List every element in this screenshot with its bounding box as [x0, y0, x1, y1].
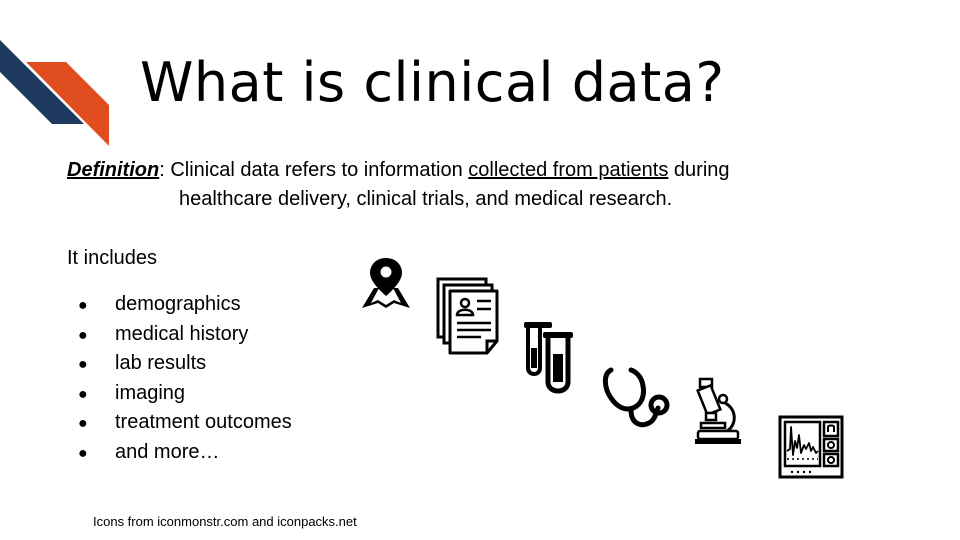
- definition-line-2: healthcare delivery, clinical trials, an…: [179, 188, 673, 210]
- bullet-dot: ●: [78, 356, 88, 374]
- list-item-text: and more…: [115, 440, 220, 463]
- bullet-dot: ●: [78, 297, 88, 314]
- slide: What is clinical data? Definition: Clini…: [0, 0, 960, 540]
- list-item-text: demographics: [115, 293, 241, 315]
- definition-underlined: collected from patients: [468, 159, 669, 181]
- list-item: ● imaging: [78, 379, 292, 409]
- definition-paragraph: Definition: Clinical data refers to info…: [67, 156, 827, 214]
- bullet-dot: ●: [78, 385, 88, 403]
- list-item: ● medical history: [78, 320, 292, 350]
- definition-line-1: Definition: Clinical data refers to info…: [67, 156, 827, 185]
- list-item-text: lab results: [115, 352, 207, 375]
- list-item-text: treatment outcomes: [115, 411, 292, 434]
- list-item-text: medical history: [115, 322, 249, 345]
- documents-icon: [436, 277, 499, 355]
- bullet-dot: ●: [78, 415, 88, 433]
- list-item: ● treatment outcomes: [78, 408, 292, 438]
- definition-colon: :: [159, 159, 171, 181]
- list-item: ● and more…: [78, 438, 292, 468]
- bullet-dot: ●: [78, 444, 88, 462]
- definition-text-after: during: [668, 159, 730, 181]
- list-item-text: imaging: [115, 381, 186, 404]
- bullet-dot: ●: [78, 326, 88, 344]
- map-pin-icon: [362, 258, 410, 308]
- corner-decoration: [0, 40, 109, 146]
- list-item: ● lab results: [78, 349, 292, 379]
- microscope-icon: [695, 377, 741, 444]
- icon-credit: Icons from iconmonstr.com and iconpacks.…: [93, 514, 357, 529]
- bullet-list: ● demographics ● medical history ● lab resu…: [78, 290, 292, 468]
- definition-text-before: Clinical data refers to information: [170, 159, 469, 181]
- list-item: ● demographics: [78, 290, 292, 320]
- definition-term: Definition: [67, 159, 160, 181]
- monitor-icon: [778, 415, 844, 479]
- includes-label: It includes: [67, 247, 158, 269]
- slide-title: What is clinical data?: [140, 51, 725, 114]
- test-tubes-icon: [524, 322, 573, 394]
- stethoscope-icon: [602, 367, 670, 428]
